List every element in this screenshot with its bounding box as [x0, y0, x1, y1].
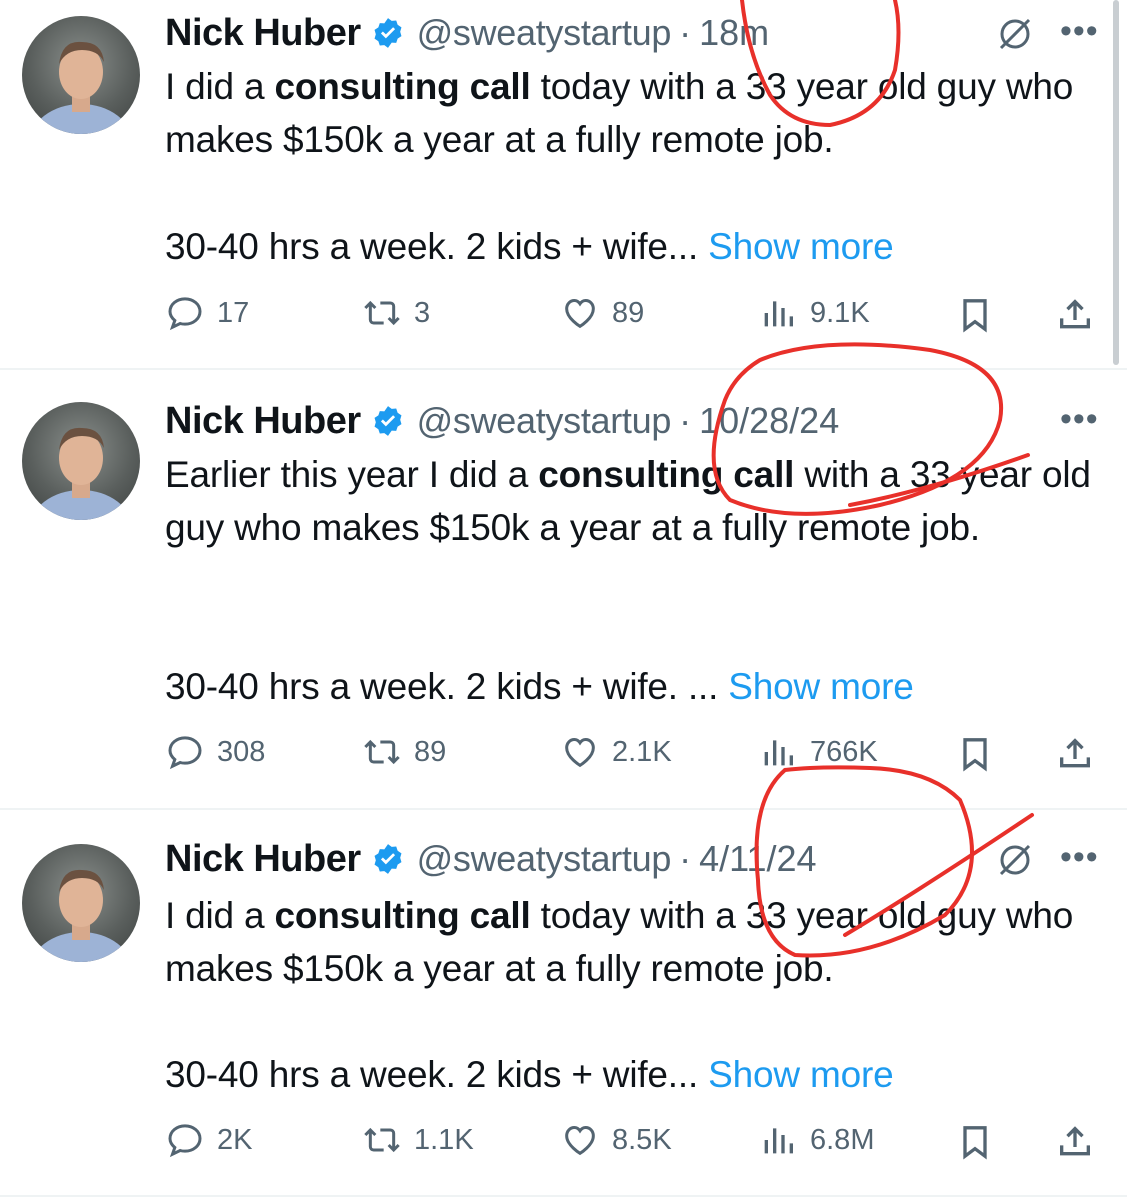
tweet-text-continued: 30-40 hrs a week. 2 kids + wife. ... Sho… [165, 660, 1095, 713]
like-button[interactable]: 2.1K [560, 732, 672, 772]
avatar[interactable] [22, 16, 140, 134]
author-name[interactable]: Nick Huber [165, 400, 361, 443]
like-icon [565, 737, 595, 768]
text-segment: I did a [165, 895, 275, 936]
text-segment: 30-40 hrs a week. 2 kids + wife... [165, 226, 699, 267]
reply-button[interactable]: 2K [165, 1120, 252, 1160]
tweet-1[interactable]: Nick Huber @sweatystartup · 18m ••• I di… [0, 0, 1127, 368]
text-segment: I did a [165, 66, 275, 107]
timestamp[interactable]: 10/28/24 [699, 400, 839, 442]
view-count: 9.1K [810, 296, 870, 329]
text-segment: 30-40 hrs a week. 2 kids + wife. ... [165, 666, 719, 707]
text-bold-segment: consulting call [274, 66, 531, 107]
author-handle[interactable]: @sweatystartup [417, 12, 672, 54]
timestamp[interactable]: 18m [699, 12, 769, 54]
repost-icon [364, 300, 400, 326]
separator-dot: · [679, 12, 692, 53]
reply-count: 2K [217, 1123, 253, 1156]
avatar[interactable] [22, 402, 140, 520]
more-options-icon[interactable]: ••• [1060, 12, 1099, 51]
reply-count: 17 [217, 296, 250, 329]
author-handle[interactable]: @sweatystartup [417, 838, 672, 880]
show-more-link[interactable]: Show more [708, 226, 894, 267]
reply-icon [168, 736, 202, 770]
repost-button[interactable]: 89 [362, 732, 446, 772]
timestamp[interactable]: 4/11/24 [699, 838, 816, 880]
like-button[interactable]: 8.5K [560, 1120, 672, 1160]
verified-badge-icon [374, 406, 402, 436]
text-bold-segment: consulting call [538, 454, 795, 495]
more-options-icon[interactable]: ••• [1060, 400, 1099, 439]
tweet-text: I did a consulting call today with a 33 … [165, 889, 1095, 995]
repost-count: 1.1K [414, 1123, 474, 1156]
tweet-actions: 308 89 2.1K 766K [0, 732, 1127, 776]
grok-icon[interactable] [995, 14, 1035, 54]
tweet-actions: 2K 1.1K 8.5K 6.8M [0, 1120, 1127, 1164]
tweet-text-continued: 30-40 hrs a week. 2 kids + wife... Show … [165, 1048, 1095, 1101]
text-segment: Earlier this year I did a [165, 454, 539, 495]
repost-icon [364, 739, 400, 765]
share-icon[interactable] [1055, 1122, 1095, 1162]
tweet-text: Earlier this year I did a consulting cal… [165, 448, 1095, 554]
share-icon[interactable] [1055, 295, 1095, 335]
tweet-header: Nick Huber @sweatystartup · 18m [165, 8, 769, 58]
like-count: 89 [612, 296, 645, 329]
more-options-icon[interactable]: ••• [1060, 838, 1099, 877]
grok-icon[interactable] [995, 840, 1035, 880]
tweet-text-continued: 30-40 hrs a week. 2 kids + wife... Show … [165, 220, 1095, 273]
views-icon [764, 1128, 793, 1154]
like-icon [565, 1125, 595, 1156]
views-button[interactable]: 6.8M [758, 1120, 874, 1160]
like-count: 2.1K [612, 735, 672, 768]
repost-button[interactable]: 1.1K [362, 1120, 474, 1160]
tweet-actions: 17 3 89 9.1K [0, 293, 1127, 337]
reply-button[interactable]: 308 [165, 732, 265, 772]
author-name[interactable]: Nick Huber [165, 12, 361, 55]
text-bold-segment: consulting call [274, 895, 531, 936]
reply-count: 308 [217, 735, 266, 768]
repost-button[interactable]: 3 [362, 293, 430, 333]
tweet-2[interactable]: Nick Huber @sweatystartup · 10/28/24 •••… [0, 370, 1127, 808]
views-button[interactable]: 766K [758, 732, 878, 772]
reply-icon [168, 1124, 202, 1158]
views-icon [764, 740, 793, 766]
bookmark-icon[interactable] [955, 295, 995, 335]
reply-icon [168, 297, 202, 331]
tweet-3[interactable]: Nick Huber @sweatystartup · 4/11/24 ••• … [0, 810, 1127, 1195]
tweet-text: I did a consulting call today with a 33 … [165, 60, 1095, 166]
tweet-header: Nick Huber @sweatystartup · 4/11/24 [165, 834, 817, 884]
verified-badge-icon [374, 18, 402, 48]
view-count: 6.8M [810, 1123, 875, 1156]
reply-button[interactable]: 17 [165, 293, 249, 333]
repost-count: 3 [414, 296, 431, 329]
show-more-link[interactable]: Show more [708, 1054, 894, 1095]
author-name[interactable]: Nick Huber [165, 838, 361, 881]
like-icon [565, 298, 595, 329]
like-button[interactable]: 89 [560, 293, 644, 333]
tweet-header: Nick Huber @sweatystartup · 10/28/24 [165, 396, 839, 446]
bookmark-icon[interactable] [955, 1122, 995, 1162]
author-handle[interactable]: @sweatystartup [417, 400, 672, 442]
view-count: 766K [810, 735, 878, 768]
like-count: 8.5K [612, 1123, 672, 1156]
views-icon [764, 301, 793, 327]
views-button[interactable]: 9.1K [758, 293, 870, 333]
divider [0, 1195, 1127, 1197]
verified-badge-icon [374, 844, 402, 874]
repost-count: 89 [414, 735, 447, 768]
avatar[interactable] [22, 844, 140, 962]
share-icon[interactable] [1055, 734, 1095, 774]
separator-dot: · [679, 838, 692, 879]
bookmark-icon[interactable] [955, 734, 995, 774]
separator-dot: · [679, 400, 692, 441]
text-segment: 30-40 hrs a week. 2 kids + wife... [165, 1054, 699, 1095]
repost-icon [364, 1127, 400, 1153]
show-more-link[interactable]: Show more [728, 666, 914, 707]
